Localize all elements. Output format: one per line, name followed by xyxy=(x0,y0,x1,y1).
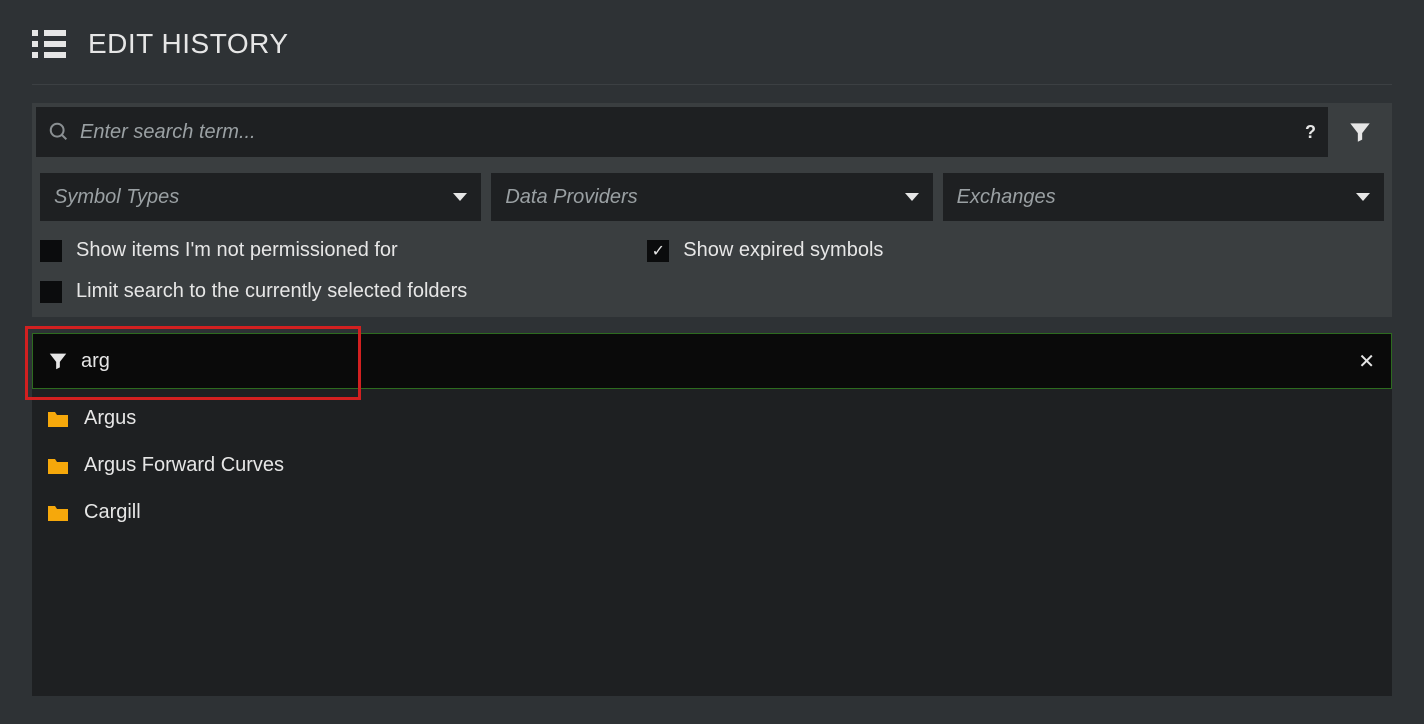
not-permissioned-checkbox[interactable]: Show items I'm not permissioned for xyxy=(40,239,467,262)
list-menu-icon[interactable] xyxy=(32,30,66,58)
search-panel: ? Symbol Types Data Providers Exchanges xyxy=(32,103,1392,317)
result-label: Cargill xyxy=(84,501,141,524)
filter-toggle-button[interactable] xyxy=(1332,107,1388,157)
checkbox-icon xyxy=(40,281,62,303)
search-input[interactable] xyxy=(80,121,1295,144)
limit-folders-checkbox[interactable]: Limit search to the currently selected f… xyxy=(40,280,467,303)
help-icon[interactable]: ? xyxy=(1305,122,1316,143)
list-item[interactable]: Argus Forward Curves xyxy=(32,442,1392,489)
checkbox-icon xyxy=(40,240,62,262)
result-label: Argus Forward Curves xyxy=(84,454,284,477)
page-title: EDIT HISTORY xyxy=(88,28,289,60)
filter-term-bar[interactable]: arg ✕ xyxy=(32,333,1392,389)
checkbox-label: Show expired symbols xyxy=(683,239,883,262)
chevron-down-icon xyxy=(1356,193,1370,201)
checkbox-label: Show items I'm not permissioned for xyxy=(76,239,398,262)
header: EDIT HISTORY xyxy=(32,28,1392,60)
result-list: Argus Argus Forward Curves Cargill xyxy=(32,389,1392,696)
checkbox-label: Limit search to the currently selected f… xyxy=(76,280,467,303)
folder-icon xyxy=(46,503,70,523)
dropdown-label: Symbol Types xyxy=(54,186,179,209)
chevron-down-icon xyxy=(905,193,919,201)
clear-filter-button[interactable]: ✕ xyxy=(1358,349,1375,374)
chevron-down-icon xyxy=(453,193,467,201)
expired-symbols-checkbox[interactable]: ✓ Show expired symbols xyxy=(647,239,883,262)
data-providers-dropdown[interactable]: Data Providers xyxy=(491,173,932,221)
filter-icon xyxy=(47,350,69,372)
result-label: Argus xyxy=(84,407,136,430)
results-area: arg ✕ Argus Argus Forward Curves Cargill xyxy=(32,333,1392,696)
divider xyxy=(32,84,1392,85)
search-box[interactable]: ? xyxy=(36,107,1328,157)
exchanges-dropdown[interactable]: Exchanges xyxy=(943,173,1384,221)
list-item[interactable]: Argus xyxy=(32,395,1392,442)
folder-icon xyxy=(46,409,70,429)
list-item[interactable]: Cargill xyxy=(32,489,1392,536)
symbol-types-dropdown[interactable]: Symbol Types xyxy=(40,173,481,221)
dropdown-label: Data Providers xyxy=(505,186,637,209)
search-icon xyxy=(48,121,70,143)
filter-icon xyxy=(1347,119,1373,145)
dropdown-label: Exchanges xyxy=(957,186,1056,209)
folder-icon xyxy=(46,456,70,476)
checkbox-icon: ✓ xyxy=(647,240,669,262)
filter-term-text: arg xyxy=(81,350,110,373)
